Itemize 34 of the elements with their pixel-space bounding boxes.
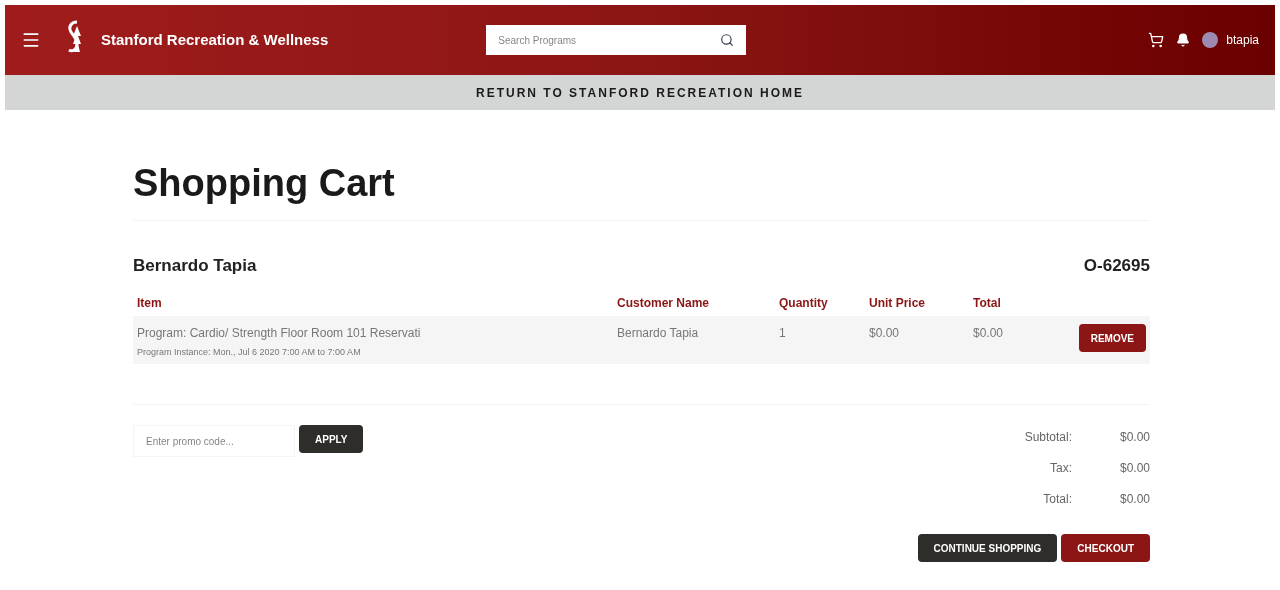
customer-name: Bernardo Tapia	[133, 254, 257, 277]
apply-button[interactable]: APPLY	[299, 425, 364, 453]
summary-label: Tax:	[1049, 459, 1072, 477]
item-name: Program: Cardio/ Strength Floor Room 101 Reservati	[137, 325, 422, 342]
table-cell-text: 1	[778, 325, 787, 342]
column-header: Customer Name	[616, 295, 711, 312]
bell-icon[interactable]	[1176, 33, 1191, 47]
column-header: Total	[972, 295, 1002, 312]
table-cell-text: $0.00	[868, 325, 901, 342]
item-detail: Program Instance: Mon., Jul 6 2020 7:00 AM to 7:00 AM	[137, 346, 362, 359]
column-header: Quantity	[778, 295, 829, 312]
search-icon[interactable]	[720, 33, 735, 47]
cart-icon[interactable]	[1148, 32, 1165, 48]
remove-button[interactable]: REMOVE	[1078, 324, 1146, 352]
promo-code-field[interactable]: Enter promo code...	[133, 425, 295, 457]
summary-value: $0.00	[1118, 490, 1150, 508]
order-number: O-62695	[1083, 254, 1150, 277]
continue-shopping-button[interactable]: CONTINUE SHOPPING	[917, 534, 1058, 562]
column-header: Unit Price	[868, 295, 926, 312]
page-title: Shopping Cart	[133, 161, 396, 206]
brand-name[interactable]: Stanford Recreation & Wellness	[101, 28, 329, 52]
return-link[interactable]: RETURN TO STANFORD RECREATION HOME	[476, 83, 804, 102]
table-cell-text: $0.00	[972, 325, 1005, 342]
summary-value: $0.00	[1118, 459, 1150, 477]
summary-value: $0.00	[1118, 428, 1150, 446]
summary-label: Subtotal:	[1023, 428, 1072, 446]
checkout-button[interactable]: CHECKOUT	[1061, 534, 1150, 562]
username[interactable]: btapia	[1226, 31, 1259, 49]
summary-label: Total:	[1042, 490, 1072, 508]
column-header: Item	[136, 295, 163, 312]
search-field[interactable]: Search Programs	[486, 25, 747, 55]
table-cell-text: Bernardo Tapia	[616, 325, 700, 342]
menu-icon[interactable]	[21, 30, 41, 50]
user-avatar[interactable]	[1202, 32, 1219, 48]
